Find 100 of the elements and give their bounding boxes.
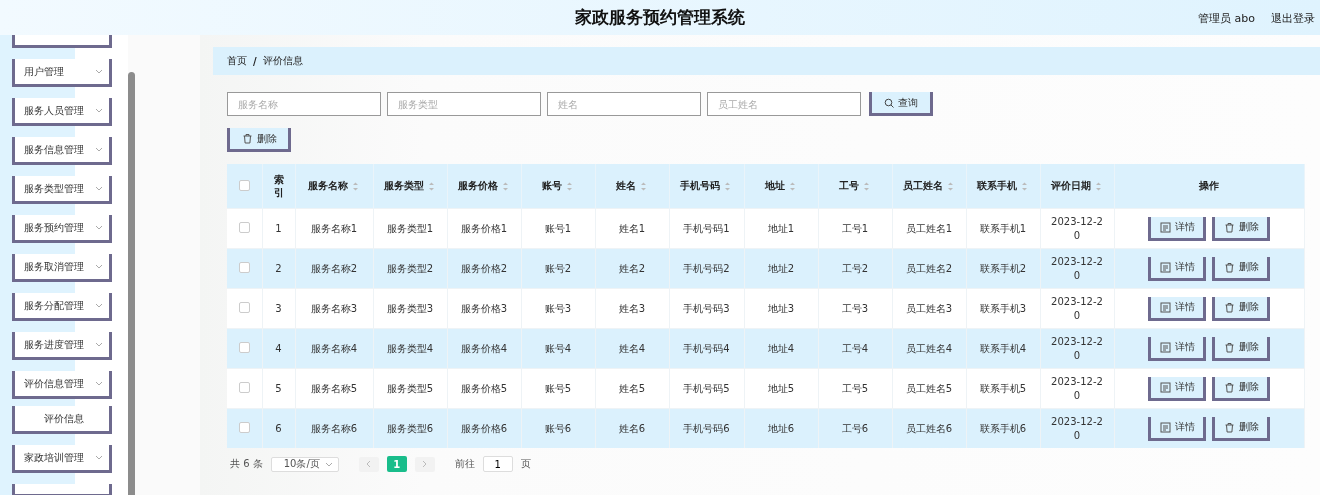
document-icon <box>1159 261 1171 273</box>
table-cell-text: 员工姓名6 <box>904 421 954 436</box>
details-button[interactable]: 详情 <box>1148 416 1206 441</box>
sidebar-item[interactable]: 家政培训管理 <box>12 445 112 473</box>
breadcrumb-item[interactable]: 首页 <box>227 54 247 68</box>
table-cell-text: 工号1 <box>840 221 870 236</box>
column-header[interactable]: 地址 <box>764 179 785 193</box>
search-field[interactable]: 员工姓名 <box>707 92 861 116</box>
document-icon <box>1159 221 1171 233</box>
column-header[interactable]: 手机号码 <box>680 179 720 193</box>
column-header[interactable]: 服务名称 <box>307 179 348 193</box>
column-header[interactable]: 姓名 <box>615 179 636 193</box>
sidebar-item[interactable]: 服务分配管理 <box>12 293 112 321</box>
delete-button[interactable]: 删除 <box>1212 216 1270 241</box>
search-field[interactable]: 服务名称 <box>227 92 381 116</box>
row-checkbox[interactable] <box>238 262 250 273</box>
delete-button[interactable]: 删除 <box>1212 256 1270 281</box>
row-checkbox[interactable] <box>238 422 250 433</box>
table-cell-text: 服务类型3 <box>385 301 435 316</box>
trash-icon <box>241 133 253 144</box>
search-field[interactable]: 姓名 <box>547 92 701 116</box>
search-icon <box>884 97 894 108</box>
table-cell-text: 账号5 <box>543 381 573 396</box>
table-cell-text: 员工姓名4 <box>904 341 954 356</box>
table-cell-text: 账号6 <box>543 421 573 436</box>
table-cell-text: 5 <box>274 383 283 394</box>
search-button[interactable]: 查询 <box>869 92 933 116</box>
table-cell-text: 账号1 <box>543 221 573 236</box>
row-checkbox[interactable] <box>238 382 250 393</box>
table-cell-text: 联系手机3 <box>978 301 1028 316</box>
column-header[interactable]: 员工姓名 <box>902 179 943 193</box>
sidebar-subitem[interactable]: 评价信息 <box>12 406 112 434</box>
column-header[interactable]: 账号 <box>541 179 562 193</box>
delete-button[interactable]: 删除 <box>1212 376 1270 401</box>
sidebar-item[interactable]: 评价信息管理 <box>12 371 112 399</box>
chevron-icon <box>94 340 104 349</box>
select-all-checkbox[interactable] <box>238 179 250 191</box>
chevron-icon <box>94 106 104 115</box>
details-button[interactable]: 详情 <box>1148 336 1206 361</box>
table-cell-text: 员工姓名3 <box>904 301 954 316</box>
sidebar-item[interactable]: 服务取消管理 <box>12 254 112 282</box>
logout-link[interactable]: 退出登录 <box>1271 11 1315 26</box>
table-cell-text: 手机号码4 <box>682 341 731 356</box>
table-cell-text: 工号4 <box>840 341 870 356</box>
table-cell-text: 员工姓名5 <box>904 381 954 396</box>
table-cell-text: 姓名2 <box>617 261 647 276</box>
row-checkbox[interactable] <box>238 302 250 313</box>
page-size-select[interactable]: 10条/页 <box>270 456 339 472</box>
table-cell-text: 服务名称4 <box>309 341 359 356</box>
row-checkbox[interactable] <box>238 342 250 353</box>
details-button[interactable]: 详情 <box>1148 256 1206 281</box>
table-cell-text: 服务类型2 <box>385 261 435 276</box>
column-header[interactable]: 工号 <box>838 179 859 193</box>
column-header[interactable]: 服务价格 <box>457 179 498 193</box>
table-cell-text: 2023-12-20 <box>1050 214 1104 243</box>
table-cell-text: 地址5 <box>766 381 796 396</box>
sidebar-item[interactable]: 服务信息管理 <box>12 137 112 165</box>
trash-icon <box>1223 221 1235 233</box>
sidebar-item[interactable]: 服务进度管理 <box>12 332 112 360</box>
sidebar-item[interactable]: 服务人员管理 <box>12 98 112 126</box>
sidebar-item[interactable] <box>12 35 112 48</box>
chevron-icon <box>94 223 104 232</box>
column-header[interactable]: 联系手机 <box>976 179 1017 193</box>
table-cell-text: 工号6 <box>840 421 870 436</box>
table-cell-text: 2023-12-20 <box>1050 254 1104 283</box>
details-button[interactable]: 详情 <box>1148 376 1206 401</box>
table-cell-text: 服务价格3 <box>459 301 509 316</box>
table-cell-text: 2 <box>274 263 283 274</box>
table-cell-text: 地址4 <box>766 341 796 356</box>
table-cell-text: 联系手机6 <box>978 421 1028 436</box>
goto-page-field[interactable]: 1 <box>482 456 513 472</box>
column-header[interactable]: 服务类型 <box>383 179 424 193</box>
details-button[interactable]: 详情 <box>1148 216 1206 241</box>
sidebar-item[interactable] <box>12 484 112 495</box>
trash-icon <box>1223 341 1235 353</box>
scrollbar[interactable] <box>128 72 135 495</box>
search-field[interactable]: 服务类型 <box>387 92 541 116</box>
row-checkbox[interactable] <box>238 222 250 233</box>
table-cell-text: 地址1 <box>766 221 796 236</box>
total-count: 共 6 条 <box>230 457 263 471</box>
table-cell-text: 服务名称2 <box>309 261 359 276</box>
table-cell-text: 2023-12-20 <box>1050 294 1104 323</box>
delete-button[interactable]: 删除 <box>1212 336 1270 361</box>
table-cell-text: 服务名称6 <box>309 421 359 436</box>
column-header[interactable]: 评价日期 <box>1050 179 1091 193</box>
trash-icon <box>1223 381 1235 393</box>
details-button[interactable]: 详情 <box>1148 296 1206 321</box>
table-cell-text: 姓名1 <box>617 221 647 236</box>
delete-button[interactable]: 删除 <box>227 128 291 152</box>
trash-icon <box>1223 261 1235 273</box>
sidebar-item[interactable]: 服务预约管理 <box>12 215 112 243</box>
table-cell-text: 工号2 <box>840 261 870 276</box>
sidebar-item[interactable]: 用户管理 <box>12 59 112 87</box>
delete-button[interactable]: 删除 <box>1212 296 1270 321</box>
sidebar-item[interactable]: 服务类型管理 <box>12 176 112 204</box>
breadcrumb-item: 评价信息 <box>262 54 303 68</box>
table-cell-text: 服务名称5 <box>309 381 359 396</box>
delete-button[interactable]: 删除 <box>1212 416 1270 441</box>
table-cell-text: 账号3 <box>543 301 573 316</box>
table-cell-text: 员工姓名1 <box>904 221 954 236</box>
